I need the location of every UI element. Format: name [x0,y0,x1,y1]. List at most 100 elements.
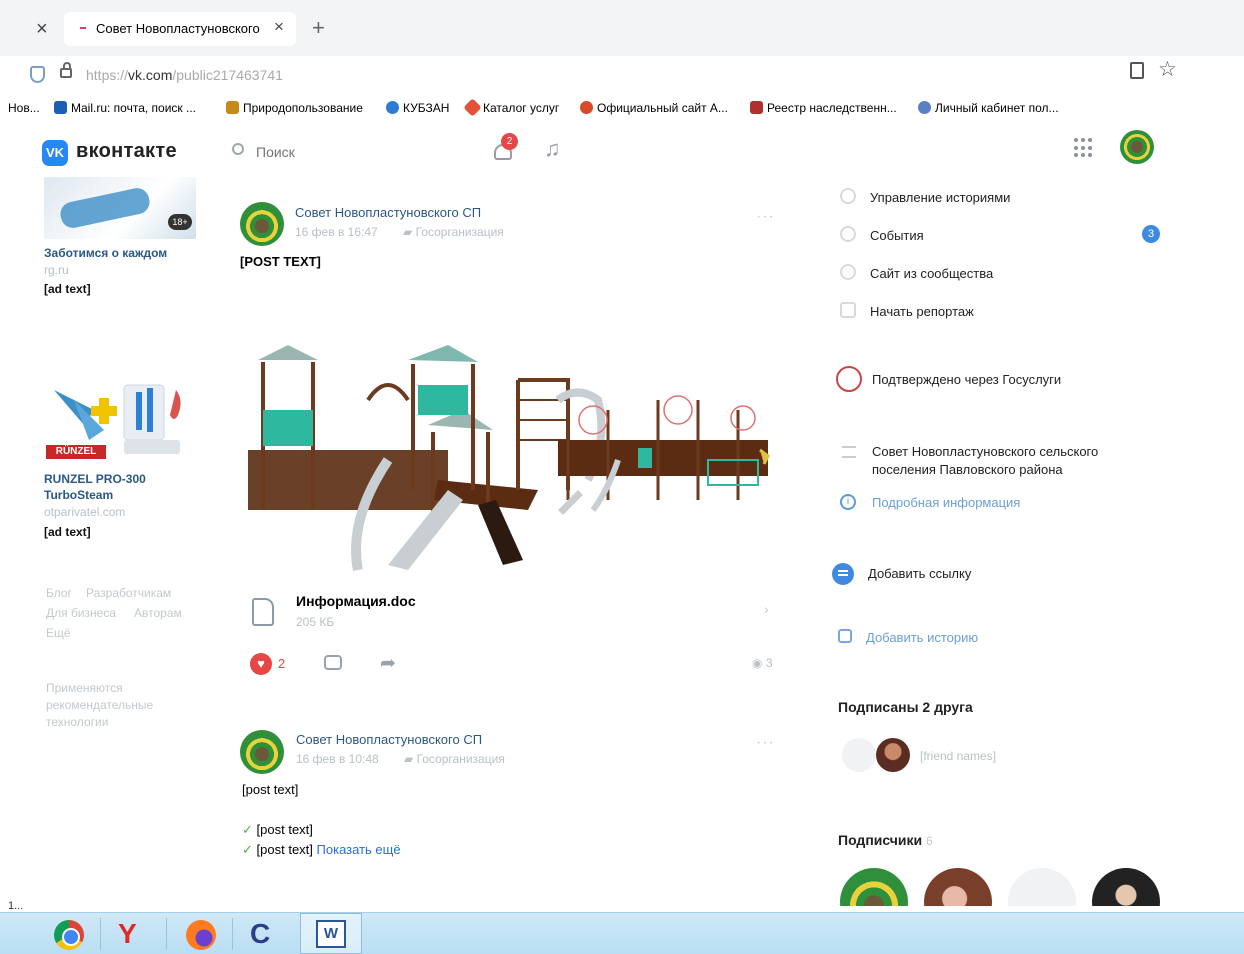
bookmark-item[interactable]: КУБЗАН [386,101,449,115]
post-more-icon[interactable]: ··· [756,208,775,226]
bookmark-item[interactable]: Mail.ru: почта, поиск ... [54,101,196,115]
apps-grid-icon[interactable] [1074,138,1094,158]
reader-view-icon[interactable] [1130,62,1144,79]
bookmark-item[interactable]: Личный кабинет пол... [918,101,1059,115]
bookmark-item[interactable]: Каталог услуг [463,98,560,117]
url-path: /public217463741 [172,67,283,83]
like-heart-icon[interactable]: ♥ [250,653,272,675]
bookmark-label: Личный кабинет пол... [935,101,1059,115]
firefox-icon[interactable] [186,920,216,950]
menu-manage-stories[interactable]: Управление историями [870,190,1010,205]
tab-close-icon[interactable]: × [274,17,284,37]
search-input[interactable] [256,142,426,162]
about-lines-icon [842,446,856,458]
document-icon[interactable] [252,598,274,626]
bookmark-item[interactable]: Природопользование [226,101,363,115]
leaf-icon [226,101,239,114]
bookmark-label: Официальный сайт А... [597,101,728,115]
more-info-link[interactable]: Подробная информация [872,495,1020,510]
url-host: vk.com [128,67,173,83]
url-prefix: https:// [86,67,129,83]
notifications-badge: 2 [501,133,518,150]
word-icon[interactable]: W [316,920,346,948]
menu-site[interactable]: Сайт из сообщества [870,266,993,281]
user-avatar[interactable] [1120,130,1154,164]
bookmark-star-icon[interactable]: ☆ [1158,57,1177,82]
chrome-icon[interactable] [54,920,84,950]
show-more-link[interactable]: Показать ещё [317,842,401,857]
calendar-icon [840,226,856,242]
lock-icon[interactable] [60,68,72,78]
tracking-shield-icon[interactable] [30,66,45,83]
subscribers-count: 6 [926,834,933,848]
footer-link-business[interactable]: Для бизнеса [46,606,116,620]
post-image-playground[interactable] [238,340,778,580]
post-author[interactable]: Совет Новопластуновского СП [295,205,481,220]
bookmark-label: Реестр наследственн... [767,101,897,115]
menu-events[interactable]: События [870,228,924,243]
taskbar-separator [100,918,101,950]
new-tab-button[interactable]: + [312,15,325,41]
checkmark-icon: ✓ [242,842,253,857]
close-window-icon[interactable]: × [36,18,48,41]
bookmark-label: Mail.ru: почта, поиск ... [71,101,196,115]
checkmark-icon: ✓ [242,822,253,837]
comment-icon[interactable] [324,655,342,670]
ad-text[interactable]: [ad text] [44,281,194,297]
post-author-avatar[interactable] [240,730,284,774]
ad-title[interactable]: RUNZEL PRO-300 [44,472,146,486]
vk-logo-icon[interactable]: VK [42,140,68,166]
footer-link-blog[interactable]: Блог [46,586,72,600]
vk-brand[interactable]: вконтакте [76,140,177,163]
events-badge: 3 [1142,225,1160,243]
add-story-button[interactable]: Добавить историю [866,630,978,645]
bookmark-item[interactable]: Нов... [8,101,40,115]
attachment-name[interactable]: Информация.doc [296,593,416,609]
music-icon[interactable]: ♫ [544,136,561,162]
recommendation-note[interactable]: Применяются рекомендательные технологии [46,680,176,731]
subscribers-section-title[interactable]: Подписчики 6 [838,832,933,848]
post-author-avatar[interactable] [240,202,284,246]
url-field[interactable]: https://vk.com/public217463741 [86,67,283,83]
friend-avatar[interactable] [876,738,910,772]
footer-link-more[interactable]: Ещё [46,626,71,640]
post-date[interactable]: 16 фев в 16:47 [295,225,378,239]
share-icon[interactable]: ➦ [380,652,396,675]
community-name: Совет Новопластуновского сельского посел… [872,444,1099,477]
add-story-icon[interactable] [838,629,852,643]
ad-title[interactable]: Заботимся о каждом [44,246,167,260]
ccleaner-icon[interactable]: C [250,918,270,950]
verified-gosuslugi[interactable]: Подтверждено через Госуслуги [872,372,1061,387]
friends-names[interactable]: [friend names] [920,749,996,763]
post-org-label: Госорганизация [416,752,505,766]
catalog-icon [463,98,482,117]
org-flag-icon: ▰ [403,225,416,239]
kubzan-icon [386,101,399,114]
add-link-button[interactable]: Добавить ссылку [868,566,971,581]
post-line-text: [post text] [256,842,313,857]
attachment-size: 205 КБ [296,615,335,629]
like-count[interactable]: 2 [278,656,285,671]
chevron-right-icon[interactable]: › [764,601,769,617]
org-flag-icon: ▰ [404,752,417,766]
post-date[interactable]: 16 фев в 10:48 [296,752,379,766]
ad-source[interactable]: rg.ru [44,263,69,277]
ad-source[interactable]: otparivatel.com [44,505,125,519]
footer-link-authors[interactable]: Авторам [134,606,182,620]
add-link-icon[interactable] [832,563,854,585]
menu-start-stream[interactable]: Начать репортаж [870,304,974,319]
globe-icon [840,264,856,280]
bookmark-item[interactable]: Реестр наследственн... [750,101,897,115]
ad-subtitle[interactable]: TurboSteam [44,488,113,502]
post-more-icon[interactable]: ··· [756,734,775,752]
friends-section-title[interactable]: Подписаны 2 друга [838,699,973,715]
bookmark-label: Каталог услуг [483,101,560,115]
post-author[interactable]: Совет Новопластуновского СП [296,732,482,747]
post-intro: [post text] [242,782,299,797]
bookmark-item[interactable]: Официальный сайт А... [580,101,728,115]
yandex-browser-icon[interactable]: Y [118,918,137,950]
footer-link-developers[interactable]: Разработчикам [86,586,171,600]
ad-text[interactable]: [ad text] [44,524,194,540]
friend-avatar[interactable] [842,738,876,772]
subscribers-title: Подписчики [838,832,923,848]
